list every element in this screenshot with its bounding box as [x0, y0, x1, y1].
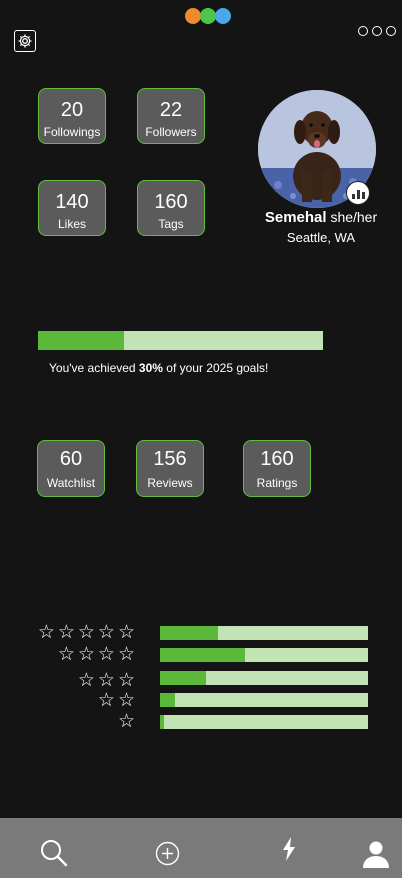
- settings-gear-icon[interactable]: [14, 30, 36, 52]
- five-star-icons: ☆☆☆☆☆: [37, 622, 138, 643]
- followings-count: 20: [60, 99, 84, 121]
- three-star-icons: ☆☆☆: [77, 670, 138, 691]
- green-dot: [200, 8, 216, 24]
- reviews-tile[interactable]: 156 Reviews: [136, 440, 204, 497]
- add-icon[interactable]: [155, 841, 180, 866]
- gear-icon: [18, 34, 32, 48]
- watchlist-label: Watchlist: [46, 476, 96, 490]
- followers-count: 22: [159, 99, 183, 121]
- stats-badge-icon[interactable]: [346, 181, 370, 205]
- four-star-fill: [160, 648, 246, 662]
- blue-dot: [215, 8, 231, 24]
- activity-icon[interactable]: [281, 837, 297, 861]
- profile-location: Seattle, WA: [286, 230, 356, 245]
- ratings-tile[interactable]: 160 Ratings: [243, 440, 311, 497]
- more-dot: [358, 26, 368, 36]
- one-star-icon: ☆: [117, 711, 138, 732]
- three-star-bar: [160, 671, 368, 685]
- more-dot: [386, 26, 396, 36]
- profile-pronouns: she/her: [330, 209, 378, 225]
- profile-icon[interactable]: [362, 840, 390, 868]
- watchlist-count: 60: [59, 448, 83, 470]
- ratings-count: 160: [260, 448, 294, 470]
- one-star-bar: [160, 715, 368, 729]
- likes-count: 140: [55, 191, 89, 213]
- tags-count: 160: [154, 191, 188, 213]
- tags-label: Tags: [158, 217, 184, 231]
- profile-name-line: Semehal she/her: [258, 209, 384, 226]
- likes-tile[interactable]: 140 Likes: [38, 180, 106, 236]
- followings-label: Followings: [43, 125, 101, 139]
- two-star-fill: [160, 693, 175, 707]
- one-star-fill: [160, 715, 165, 729]
- ratings-label: Ratings: [256, 476, 298, 490]
- goal-text-suffix: of your 2025 goals!: [162, 361, 269, 375]
- followers-tile[interactable]: 22 Followers: [137, 88, 205, 144]
- two-star-icons: ☆☆: [97, 690, 138, 711]
- orange-dot: [185, 8, 201, 24]
- likes-label: Likes: [57, 217, 86, 231]
- goal-text: You've achieved 30% of your 2025 goals!: [49, 361, 268, 375]
- followers-label: Followers: [145, 125, 197, 139]
- search-icon[interactable]: [40, 839, 68, 867]
- watchlist-tile[interactable]: 60 Watchlist: [37, 440, 105, 497]
- four-star-bar: [160, 648, 368, 662]
- five-star-fill: [160, 626, 219, 640]
- three-star-fill: [160, 671, 206, 685]
- goal-progress-fill: [38, 331, 124, 350]
- more-dot: [372, 26, 382, 36]
- goal-percent: 30%: [138, 361, 163, 375]
- followings-tile[interactable]: 20 Followings: [38, 88, 106, 144]
- goal-progress-bar: [38, 331, 323, 350]
- reviews-label: Reviews: [147, 476, 193, 490]
- two-star-bar: [160, 693, 368, 707]
- profile-name: Semehal: [264, 209, 327, 226]
- goal-text-prefix: You've achieved: [49, 361, 139, 375]
- reviews-count: 156: [153, 448, 187, 470]
- tags-tile[interactable]: 160 Tags: [137, 180, 205, 236]
- five-star-bar: [160, 626, 368, 640]
- four-star-icons: ☆☆☆☆: [57, 644, 138, 665]
- bottom-nav: [0, 818, 402, 878]
- more-options-button[interactable]: [358, 26, 396, 36]
